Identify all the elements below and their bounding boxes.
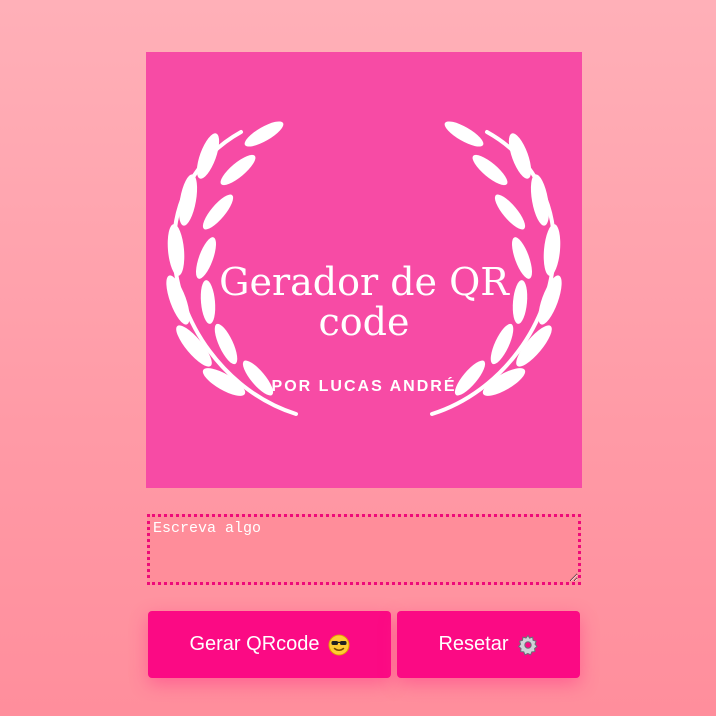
logo-subtitle: POR LUCAS ANDRÉ bbox=[271, 378, 457, 395]
generate-button-label: Gerar QRcode bbox=[189, 633, 320, 655]
logo-image: Gerador de QR code POR LUCAS ANDRÉ bbox=[146, 52, 582, 488]
logo-title-line2: code bbox=[318, 300, 410, 344]
sunglasses-face-icon bbox=[328, 634, 350, 656]
reset-button-label: Resetar bbox=[438, 633, 509, 655]
generate-qrcode-button[interactable]: Gerar QRcode bbox=[148, 611, 391, 678]
gear-icon bbox=[517, 634, 539, 656]
text-input[interactable] bbox=[147, 514, 581, 585]
logo-title-line1: Gerador de QR bbox=[219, 260, 509, 304]
reset-button[interactable]: Resetar bbox=[397, 611, 580, 678]
logo-title: Gerador de QR code bbox=[146, 262, 582, 342]
